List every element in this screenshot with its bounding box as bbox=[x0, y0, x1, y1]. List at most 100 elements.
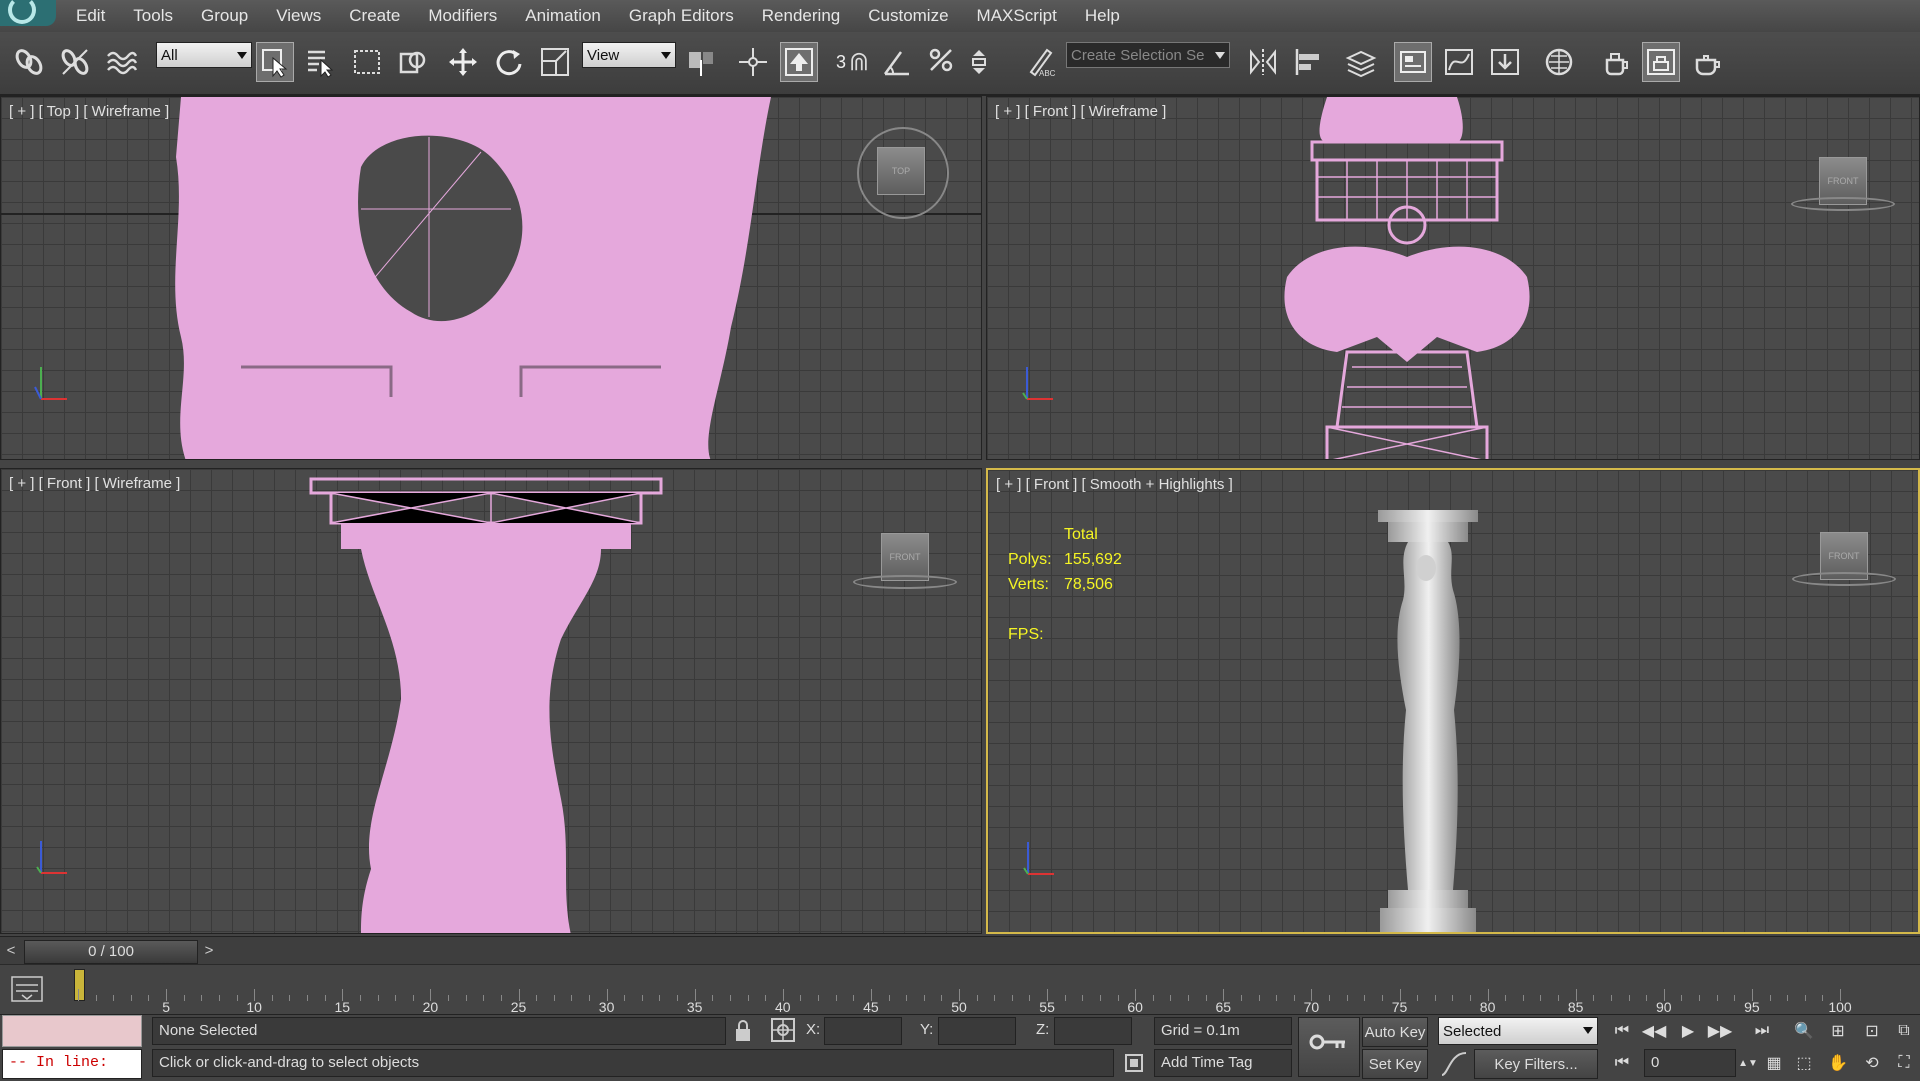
key-filters-button[interactable]: Key Filters... bbox=[1474, 1049, 1598, 1079]
zoom-extents-all-icon[interactable]: ⧉ bbox=[1892, 1019, 1916, 1043]
viewcube-ring[interactable] bbox=[1792, 572, 1896, 586]
track-tick bbox=[1258, 995, 1260, 1001]
schematic-view-icon[interactable] bbox=[1486, 42, 1524, 82]
menu-rendering[interactable]: Rendering bbox=[748, 0, 854, 32]
unlink-icon[interactable] bbox=[56, 42, 94, 82]
edit-named-selection-icon[interactable]: ABC bbox=[1022, 42, 1060, 82]
rendered-frame-window-icon[interactable] bbox=[1642, 42, 1680, 82]
viewcube-ring[interactable] bbox=[853, 575, 957, 589]
snap-toggle-icon[interactable]: 3 bbox=[834, 42, 872, 82]
menu-customize[interactable]: Customize bbox=[854, 0, 962, 32]
viewcube[interactable]: TOP bbox=[877, 147, 925, 195]
time-configuration-icon[interactable]: ▦ bbox=[1762, 1051, 1786, 1075]
named-selection-set-dropdown[interactable]: Create Selection Se bbox=[1066, 42, 1230, 68]
maxscript-listener-pink[interactable] bbox=[2, 1015, 142, 1047]
current-frame-input[interactable]: 0 bbox=[1644, 1049, 1736, 1077]
time-prev-button[interactable]: < bbox=[2, 940, 20, 962]
auto-key-button[interactable]: Auto Key bbox=[1362, 1017, 1428, 1047]
shaded-statue-model[interactable] bbox=[1378, 510, 1498, 934]
menu-help[interactable]: Help bbox=[1071, 0, 1134, 32]
time-slider[interactable]: 0 / 100 bbox=[24, 940, 198, 964]
go-to-end-icon[interactable]: ⏭ bbox=[1750, 1019, 1774, 1043]
menu-animation[interactable]: Animation bbox=[511, 0, 615, 32]
y-coordinate-input[interactable] bbox=[938, 1017, 1016, 1045]
zoom-all-icon[interactable]: ⊞ bbox=[1826, 1019, 1850, 1043]
zoom-icon[interactable]: 🔍 bbox=[1792, 1019, 1816, 1043]
selection-filter-dropdown[interactable]: All bbox=[156, 42, 252, 68]
viewport-label[interactable]: [ + ] [ Top ] [ Wireframe ] bbox=[9, 103, 169, 120]
spinner-snap-icon[interactable] bbox=[966, 42, 1004, 82]
key-mode-dropdown[interactable]: Selected bbox=[1438, 1017, 1598, 1045]
menu-views[interactable]: Views bbox=[262, 0, 335, 32]
mirror-icon[interactable] bbox=[1244, 42, 1282, 82]
wireframe-model[interactable] bbox=[301, 469, 681, 934]
viewport-top[interactable]: [ + ] [ Top ] [ Wireframe ] TOP bbox=[0, 96, 982, 460]
time-playhead[interactable] bbox=[74, 969, 85, 1001]
add-time-tag-field[interactable]: Add Time Tag bbox=[1154, 1049, 1292, 1077]
angle-snap-icon[interactable] bbox=[878, 42, 916, 82]
material-editor-icon[interactable] bbox=[1540, 42, 1578, 82]
absolute-mode-transform-icon[interactable] bbox=[770, 1017, 796, 1043]
x-coordinate-input[interactable] bbox=[824, 1017, 902, 1045]
menu-edit[interactable]: Edit bbox=[62, 0, 119, 32]
maximize-viewport-icon[interactable]: ⛶ bbox=[1892, 1051, 1916, 1075]
menu-graph-editors[interactable]: Graph Editors bbox=[615, 0, 748, 32]
orbit-icon[interactable]: ⟲ bbox=[1860, 1051, 1884, 1075]
rotate-icon[interactable] bbox=[490, 42, 528, 82]
key-mode-toggle-icon[interactable]: ⏮ bbox=[1610, 1051, 1634, 1075]
set-key-big-button[interactable] bbox=[1298, 1017, 1360, 1077]
render-production-icon[interactable] bbox=[1688, 42, 1726, 82]
scale-icon[interactable] bbox=[536, 42, 574, 82]
percent-snap-icon[interactable] bbox=[924, 42, 962, 82]
lock-selection-icon[interactable] bbox=[732, 1019, 754, 1043]
viewport-front-shaded[interactable]: [ + ] [ Front ] [ Smooth + Highlights ] … bbox=[986, 468, 1920, 934]
select-manipulate-icon[interactable] bbox=[734, 42, 772, 82]
select-by-name-icon[interactable] bbox=[302, 42, 340, 82]
zoom-extents-icon[interactable]: ⊡ bbox=[1860, 1019, 1884, 1043]
zoom-region-icon[interactable]: ⬚ bbox=[1792, 1051, 1816, 1075]
reference-coordinate-dropdown[interactable]: View bbox=[582, 42, 676, 68]
menu-modifiers[interactable]: Modifiers bbox=[414, 0, 511, 32]
viewport-front-upper[interactable]: [ + ] [ Front ] [ Wireframe ] FRONT bbox=[986, 96, 1920, 460]
app-logo-button[interactable] bbox=[0, 0, 56, 26]
pivot-center-icon[interactable] bbox=[682, 42, 720, 82]
viewport-label[interactable]: [ + ] [ Front ] [ Wireframe ] bbox=[995, 103, 1166, 120]
curve-editor-icon[interactable] bbox=[1440, 42, 1478, 82]
viewcube-ring[interactable] bbox=[1791, 197, 1895, 211]
menu-group[interactable]: Group bbox=[187, 0, 262, 32]
pan-view-icon[interactable]: ✋ bbox=[1826, 1051, 1850, 1075]
viewport-label[interactable]: [ + ] [ Front ] [ Wireframe ] bbox=[9, 475, 180, 492]
maxscript-mini-listener[interactable]: -- In line: bbox=[2, 1049, 142, 1079]
keyboard-shortcut-override-icon[interactable] bbox=[780, 42, 818, 82]
z-coordinate-input[interactable] bbox=[1054, 1017, 1132, 1045]
wireframe-model[interactable] bbox=[161, 97, 771, 460]
align-icon[interactable] bbox=[1290, 42, 1328, 82]
window-crossing-icon[interactable] bbox=[394, 42, 432, 82]
menu-tools[interactable]: Tools bbox=[119, 0, 187, 32]
viewcube[interactable]: FRONT bbox=[881, 533, 929, 581]
wireframe-model[interactable] bbox=[1277, 97, 1537, 460]
set-key-button[interactable]: Set Key bbox=[1362, 1049, 1428, 1079]
layer-manager-icon[interactable] bbox=[1342, 42, 1380, 82]
menu-create[interactable]: Create bbox=[335, 0, 414, 32]
mini-curve-editor-icon[interactable] bbox=[10, 975, 44, 1003]
track-bar[interactable]: 5 10 15 20 25 30 35 40 45 50 55 60 65 70 75 80 85 90 95 100 bbox=[0, 964, 1920, 1015]
viewport-front-lower[interactable]: [ + ] [ Front ] [ Wireframe ] FRONT bbox=[0, 468, 982, 934]
move-icon[interactable] bbox=[444, 42, 482, 82]
time-tag-icon[interactable] bbox=[1122, 1051, 1146, 1075]
menu-maxscript[interactable]: MAXScript bbox=[963, 0, 1071, 32]
select-object-icon[interactable] bbox=[256, 42, 294, 82]
go-to-start-icon[interactable]: ⏮ bbox=[1610, 1019, 1634, 1043]
default-in-out-tangents-icon[interactable] bbox=[1440, 1051, 1468, 1077]
scene-explorer-icon[interactable] bbox=[1394, 42, 1432, 82]
frame-spinner-icon[interactable]: ▲▼ bbox=[1736, 1051, 1760, 1075]
bind-space-warp-icon[interactable] bbox=[102, 42, 140, 82]
time-next-button[interactable]: > bbox=[200, 940, 218, 962]
render-setup-icon[interactable] bbox=[1596, 42, 1634, 82]
next-frame-icon[interactable]: ▶▶ bbox=[1708, 1019, 1733, 1043]
viewport-label[interactable]: [ + ] [ Front ] [ Smooth + Highlights ] bbox=[996, 476, 1233, 493]
previous-frame-icon[interactable]: ◀◀ bbox=[1642, 1019, 1667, 1043]
link-icon[interactable] bbox=[10, 42, 48, 82]
play-icon[interactable]: ▶ bbox=[1676, 1019, 1700, 1043]
rectangular-selection-icon[interactable] bbox=[348, 42, 386, 82]
